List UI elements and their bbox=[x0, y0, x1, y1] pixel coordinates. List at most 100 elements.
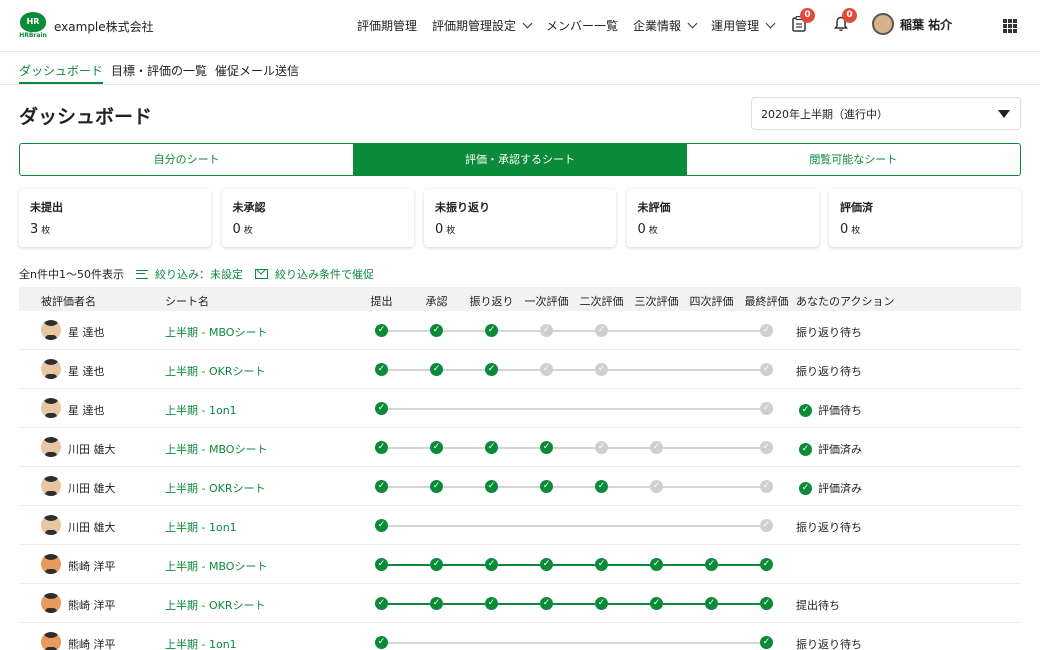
step-connector bbox=[443, 486, 485, 488]
sheet-link[interactable]: 上半期 - MBOシート bbox=[165, 324, 267, 340]
progress-steps: ✓ ✓ ✓ ✓ ✓ ✓ ✓ bbox=[375, 480, 773, 493]
notification-button[interactable]: 0 bbox=[834, 8, 857, 34]
top-nav-label: 評価期管理設定 bbox=[432, 19, 517, 33]
step-connector bbox=[388, 369, 430, 371]
action-label: 振り返り待ち bbox=[796, 638, 862, 650]
sheet-link[interactable]: 上半期 - MBOシート bbox=[165, 558, 267, 574]
step-done-check-icon: ✓ bbox=[540, 441, 553, 454]
step-done-check-icon: ✓ bbox=[595, 480, 608, 493]
sheet-link[interactable]: 上半期 - 1on1 bbox=[165, 519, 237, 535]
step-pending-check-icon: ✓ bbox=[650, 480, 663, 493]
progress-steps: ✓ ✓ bbox=[375, 636, 773, 649]
action-label: 評価済み bbox=[818, 482, 862, 495]
app-grid-icon[interactable] bbox=[1003, 19, 1017, 33]
table-row[interactable]: 川田 雄大 上半期 - 1on1 ✓ ✓ 振り返り待ち bbox=[19, 506, 1021, 545]
chevron-down-icon bbox=[765, 18, 776, 29]
clipboard-badge: 0 bbox=[800, 8, 815, 23]
table-row[interactable]: 川田 雄大 上半期 - MBOシート ✓ ✓ ✓ ✓ ✓ ✓ ✓ ✓ 評価済み bbox=[19, 428, 1021, 467]
header-step: 提出 bbox=[370, 295, 393, 308]
user-menu[interactable]: 稲葉 祐介 bbox=[872, 13, 952, 35]
table-row[interactable]: 熊崎 洋平 上半期 - MBOシート ✓ ✓ ✓ ✓ ✓ ✓ ✓ ✓ bbox=[19, 545, 1021, 584]
tab-review-sheets[interactable]: 評価・承認するシート bbox=[353, 144, 687, 175]
stat-value-wrap: 0枚 bbox=[638, 222, 808, 237]
step-connector bbox=[553, 330, 595, 332]
stat-label: 未提出 bbox=[30, 201, 63, 214]
subnav-dashboard[interactable]: ダッシュボード bbox=[19, 62, 104, 84]
table-row[interactable]: 熊崎 洋平 上半期 - 1on1 ✓ ✓ 振り返り待ち bbox=[19, 623, 1021, 650]
sheet-link[interactable]: 上半期 - 1on1 bbox=[165, 402, 237, 418]
sheet-link[interactable]: 上半期 - OKRシート bbox=[165, 480, 265, 496]
action-label: 評価待ち bbox=[818, 404, 862, 417]
step-done-check-icon: ✓ bbox=[430, 480, 443, 493]
filter-button[interactable]: 絞り込み：未設定 bbox=[135, 266, 243, 282]
action-label: 振り返り待ち bbox=[796, 521, 862, 534]
table-row[interactable]: 星 達也 上半期 - MBOシート ✓ ✓ ✓ ✓ ✓ ✓ 振り返り待ち bbox=[19, 311, 1021, 350]
remind-by-filter-button[interactable]: 絞り込み条件で催促 bbox=[254, 266, 374, 282]
header-step: 三次評価 bbox=[634, 295, 679, 308]
table-row[interactable]: 星 達也 上半期 - OKRシート ✓ ✓ ✓ ✓ ✓ ✓ 振り返り待ち bbox=[19, 350, 1021, 389]
progress-steps: ✓ ✓ ✓ ✓ ✓ ✓ bbox=[375, 363, 773, 376]
stat-card[interactable]: 未提出 3 枚 bbox=[19, 189, 211, 247]
step-connector bbox=[718, 564, 760, 566]
sheet-table: 被評価者名 シート名 あなたのアクション 提出 承認 振り返り 一次評価 二次評価 三次評… bbox=[19, 287, 1021, 650]
stat-value-wrap: 0枚 bbox=[233, 222, 403, 237]
period-select[interactable]: 2020年上半期（進行中） bbox=[751, 97, 1021, 130]
step-done-check-icon: ✓ bbox=[485, 480, 498, 493]
subnav-reminder-mail[interactable]: 催促メール送信 bbox=[215, 62, 299, 79]
step-done-check-icon: ✓ bbox=[485, 558, 498, 571]
your-action: 振り返り待ち bbox=[796, 363, 862, 379]
step-done-check-icon: ✓ bbox=[430, 363, 443, 376]
company-name: example株式会社 bbox=[54, 20, 154, 34]
sheet-link[interactable]: 上半期 - OKRシート bbox=[165, 363, 265, 379]
step-done-check-icon: ✓ bbox=[650, 558, 663, 571]
stat-value: 0 bbox=[435, 222, 444, 237]
stat-card[interactable]: 未承認 0 枚 bbox=[222, 189, 414, 247]
table-row[interactable]: 星 達也 上半期 - 1on1 ✓ ✓ ✓ 評価待ち bbox=[19, 389, 1021, 428]
mail-icon bbox=[254, 269, 268, 279]
top-nav-item[interactable]: 評価期管理 bbox=[357, 17, 417, 34]
top-nav-item[interactable]: 評価期管理設定 bbox=[432, 17, 533, 34]
step-pending-check-icon: ✓ bbox=[760, 402, 773, 415]
top-nav-item[interactable]: 企業情報 bbox=[633, 17, 698, 34]
step-connector bbox=[718, 603, 760, 605]
check-circle-icon: ✓ bbox=[799, 403, 812, 417]
progress-steps: ✓ ✓ bbox=[375, 519, 773, 532]
step-pending-check-icon: ✓ bbox=[595, 363, 608, 376]
stat-card[interactable]: 未振り返り 0 枚 bbox=[424, 189, 616, 247]
chevron-down-icon bbox=[687, 18, 698, 29]
step-done-check-icon: ✓ bbox=[375, 324, 388, 337]
hrbrain-logo[interactable]: HR HRBrain bbox=[18, 12, 48, 40]
reviewee-avatar bbox=[41, 437, 61, 457]
step-connector bbox=[553, 369, 595, 371]
top-nav-item[interactable]: 運用管理 bbox=[711, 17, 776, 34]
step-pending-check-icon: ✓ bbox=[760, 519, 773, 532]
progress-steps: ✓ ✓ ✓ ✓ ✓ ✓ bbox=[375, 324, 773, 337]
stat-unit: 枚 bbox=[648, 226, 658, 236]
step-pending-check-icon: ✓ bbox=[595, 324, 608, 337]
sheet-link[interactable]: 上半期 - 1on1 bbox=[165, 636, 237, 650]
table-row[interactable]: 川田 雄大 上半期 - OKRシート ✓ ✓ ✓ ✓ ✓ ✓ ✓ ✓ 評価済み bbox=[19, 467, 1021, 506]
stat-unit: 枚 bbox=[41, 226, 51, 236]
step-done-check-icon: ✓ bbox=[540, 558, 553, 571]
step-done-check-icon: ✓ bbox=[485, 363, 498, 376]
header-step: 最終評価 bbox=[744, 295, 789, 308]
step-done-check-icon: ✓ bbox=[760, 597, 773, 610]
step-connector bbox=[663, 486, 760, 488]
top-nav-item[interactable]: メンバー一覧 bbox=[546, 17, 618, 34]
subnav-goal-list[interactable]: 目標・評価の一覧 bbox=[111, 62, 207, 79]
sheet-tabs: 自分のシート 評価・承認するシート 閲覧可能なシート bbox=[19, 143, 1021, 176]
reviewee-name: 熊崎 洋平 bbox=[68, 638, 116, 650]
sheet-link[interactable]: 上半期 - OKRシート bbox=[165, 597, 265, 613]
tab-my-sheets[interactable]: 自分のシート bbox=[20, 144, 353, 175]
sheet-link[interactable]: 上半期 - MBOシート bbox=[165, 441, 267, 457]
stat-card[interactable]: 評価済 0 枚 bbox=[829, 189, 1021, 247]
table-body: 星 達也 上半期 - MBOシート ✓ ✓ ✓ ✓ ✓ ✓ 振り返り待ち星 達也 上半期 - OK… bbox=[19, 311, 1021, 650]
tab-viewable-sheets[interactable]: 閲覧可能なシート bbox=[687, 144, 1020, 175]
step-connector bbox=[443, 603, 485, 605]
your-action: 振り返り待ち bbox=[796, 519, 862, 535]
reviewee-name: 熊崎 洋平 bbox=[68, 599, 116, 612]
table-row[interactable]: 熊崎 洋平 上半期 - OKRシート ✓ ✓ ✓ ✓ ✓ ✓ ✓ ✓ 提出待ち bbox=[19, 584, 1021, 623]
clipboard-button[interactable]: 0 bbox=[792, 8, 815, 34]
sub-nav: ダッシュボード 目標・評価の一覧 催促メール送信 bbox=[0, 53, 1040, 85]
stat-card[interactable]: 未評価 0 枚 bbox=[627, 189, 819, 247]
